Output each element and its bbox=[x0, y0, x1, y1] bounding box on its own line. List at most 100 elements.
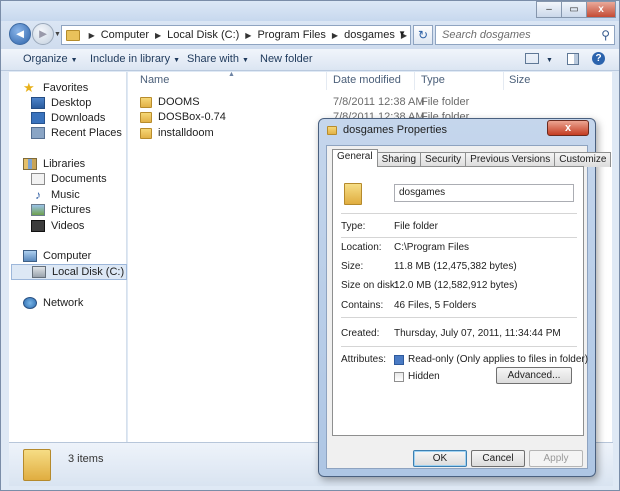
dialog-title-bar: dosgames Properties bbox=[327, 124, 447, 136]
tab-sharing[interactable]: Sharing bbox=[376, 152, 422, 167]
include-label: Include in library bbox=[90, 53, 171, 65]
documents-icon bbox=[31, 173, 45, 185]
new-folder-button[interactable]: New folder bbox=[260, 53, 313, 65]
nav-recent-places[interactable]: Recent Places bbox=[31, 127, 122, 139]
file-row[interactable]: DOOMS bbox=[140, 94, 200, 110]
share-label: Share with bbox=[187, 53, 239, 65]
ok-button[interactable]: OK bbox=[413, 450, 467, 467]
column-header-date[interactable]: Date modified bbox=[333, 74, 401, 86]
folder-icon bbox=[344, 183, 362, 205]
recent-pages-dropdown-icon[interactable]: ▼ bbox=[54, 31, 61, 38]
column-header-size[interactable]: Size bbox=[509, 74, 530, 86]
folder-name-input[interactable]: dosgames bbox=[394, 184, 574, 202]
help-icon[interactable]: ? bbox=[592, 52, 605, 65]
organize-button[interactable]: Organize ▼ bbox=[23, 53, 78, 65]
file-type: File folder bbox=[421, 96, 470, 108]
file-row[interactable]: DOSBox-0.74 bbox=[140, 109, 226, 125]
back-arrow-icon: ◄ bbox=[13, 26, 27, 41]
nav-label: Documents bbox=[51, 173, 107, 185]
created-label: Created: bbox=[341, 328, 380, 339]
divider bbox=[341, 237, 577, 238]
breadcrumb-local-disk[interactable]: Local Disk (C:) bbox=[164, 29, 242, 41]
tab-security[interactable]: Security bbox=[420, 152, 467, 167]
close-button[interactable]: x bbox=[586, 1, 616, 18]
back-button[interactable]: ◄ bbox=[9, 23, 31, 45]
nav-libraries[interactable]: Libraries bbox=[23, 158, 85, 170]
forward-arrow-icon: ► bbox=[36, 26, 50, 41]
dialog-close-button[interactable]: x bbox=[547, 120, 589, 136]
nav-local-disk[interactable]: Local Disk (C:) bbox=[11, 264, 127, 280]
share-with-button[interactable]: Share with ▼ bbox=[187, 53, 249, 65]
nav-label: Videos bbox=[51, 220, 85, 232]
column-header-name[interactable]: Name bbox=[140, 74, 169, 86]
column-header-type[interactable]: Type bbox=[421, 74, 445, 86]
search-input[interactable]: Search dosgames ⚲ bbox=[435, 25, 615, 45]
breadcrumb-dosgames[interactable]: dosgames bbox=[341, 29, 398, 41]
size-on-disk-label: Size on disk: bbox=[341, 280, 398, 291]
nav-downloads[interactable]: Downloads bbox=[31, 112, 105, 124]
readonly-label: Read-only (Only applies to files in fold… bbox=[408, 354, 589, 365]
apply-button[interactable]: Apply bbox=[529, 450, 583, 467]
nav-desktop[interactable]: Desktop bbox=[31, 97, 91, 109]
folder-icon bbox=[140, 111, 152, 123]
dialog-title: dosgames Properties bbox=[343, 124, 447, 136]
created-value: Thursday, July 07, 2011, 11:34:44 PM bbox=[394, 328, 561, 339]
refresh-button[interactable]: ↻ bbox=[413, 25, 433, 45]
nav-documents[interactable]: Documents bbox=[31, 173, 107, 185]
address-bar[interactable]: ▶ Computer ▶ Local Disk (C:) ▶ Program F… bbox=[61, 25, 411, 45]
nav-label: Desktop bbox=[51, 97, 92, 109]
cancel-button[interactable]: Cancel bbox=[471, 450, 525, 467]
nav-favorites[interactable]: ★ Favorites bbox=[23, 81, 88, 94]
maximize-button[interactable]: ▭ bbox=[561, 1, 587, 18]
location-value: C:\Program Files bbox=[394, 242, 470, 253]
file-name: DOOMS bbox=[158, 96, 200, 108]
nav-label: Downloads bbox=[51, 112, 106, 124]
column-divider[interactable] bbox=[503, 72, 504, 90]
nav-music[interactable]: ♪ Music bbox=[31, 189, 80, 201]
tab-customize[interactable]: Customize bbox=[554, 152, 612, 167]
tab-general[interactable]: General bbox=[332, 149, 378, 167]
column-divider[interactable] bbox=[326, 72, 327, 90]
type-value: File folder bbox=[394, 221, 438, 232]
tab-strip: General Sharing Security Previous Versio… bbox=[332, 149, 612, 167]
file-name: DOSBox-0.74 bbox=[158, 111, 226, 123]
pictures-icon bbox=[31, 204, 45, 216]
nav-label: Music bbox=[51, 189, 80, 201]
breadcrumb-computer[interactable]: Computer bbox=[98, 29, 152, 41]
search-placeholder: Search dosgames bbox=[442, 29, 531, 41]
chevron-right-icon[interactable]: ▶ bbox=[152, 31, 164, 40]
address-dropdown-icon[interactable]: ▼ bbox=[398, 29, 406, 38]
folder-icon bbox=[327, 125, 337, 135]
advanced-button[interactable]: Advanced... bbox=[496, 367, 572, 384]
chevron-right-icon[interactable]: ▶ bbox=[329, 31, 341, 40]
preview-pane-icon[interactable] bbox=[567, 53, 579, 65]
file-row[interactable]: installdoom bbox=[140, 125, 214, 141]
nav-videos[interactable]: Videos bbox=[31, 220, 84, 232]
nav-network[interactable]: Network bbox=[23, 297, 83, 309]
breadcrumb-program-files[interactable]: Program Files bbox=[254, 29, 328, 41]
libraries-icon bbox=[23, 158, 37, 170]
properties-dialog: dosgames Properties x General Sharing Se… bbox=[318, 118, 612, 477]
column-divider[interactable] bbox=[414, 72, 415, 90]
forward-button[interactable]: ► bbox=[32, 23, 54, 45]
readonly-checkbox[interactable] bbox=[394, 355, 404, 365]
minimize-button[interactable]: – bbox=[536, 1, 562, 18]
organize-label: Organize bbox=[23, 53, 68, 65]
include-in-library-button[interactable]: Include in library ▼ bbox=[90, 53, 180, 65]
divider bbox=[341, 213, 577, 214]
divider bbox=[341, 346, 577, 347]
change-view-icon[interactable] bbox=[525, 53, 539, 64]
music-icon: ♪ bbox=[35, 188, 41, 202]
nav-computer[interactable]: Computer bbox=[23, 250, 91, 262]
folder-icon bbox=[140, 127, 152, 139]
hard-drive-icon bbox=[32, 266, 46, 278]
hidden-checkbox[interactable] bbox=[394, 372, 404, 382]
chevron-right-icon[interactable]: ▶ bbox=[242, 31, 254, 40]
view-options-dropdown-icon[interactable]: ▼ bbox=[543, 53, 553, 65]
nav-label: Computer bbox=[43, 250, 92, 262]
search-icon[interactable]: ⚲ bbox=[601, 28, 610, 42]
tab-previous-versions[interactable]: Previous Versions bbox=[465, 152, 556, 167]
chevron-right-icon[interactable]: ▶ bbox=[86, 31, 98, 40]
size-on-disk-value: 12.0 MB (12,582,912 bytes) bbox=[394, 280, 518, 291]
nav-pictures[interactable]: Pictures bbox=[31, 204, 91, 216]
